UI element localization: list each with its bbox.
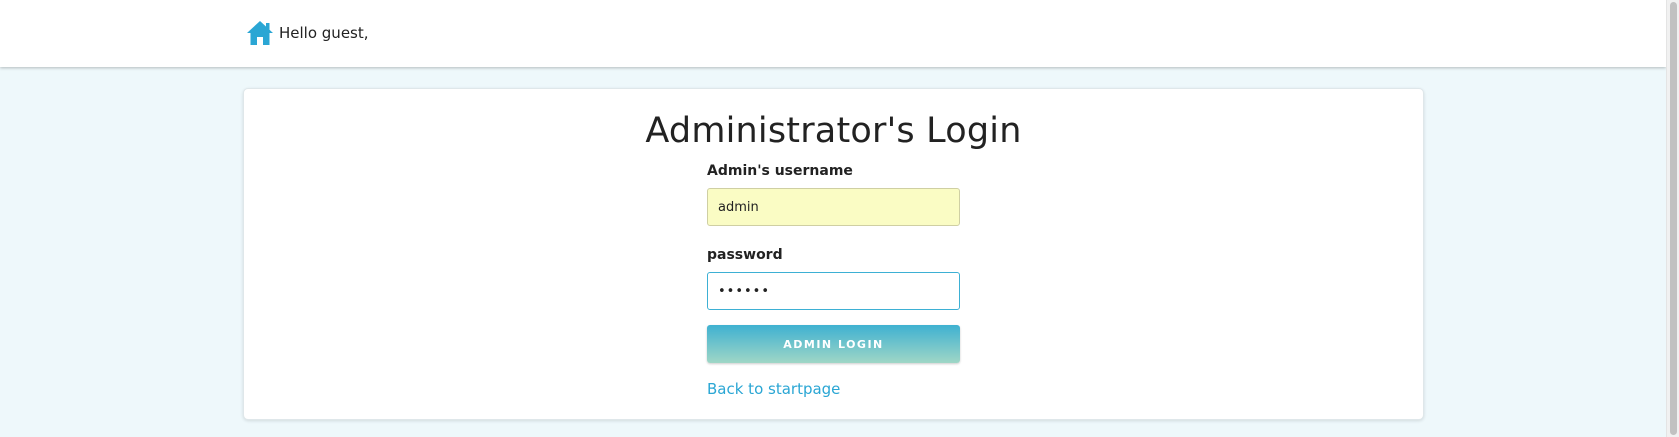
scrollbar-thumb[interactable] [1670, 2, 1677, 435]
home-icon[interactable] [246, 20, 274, 46]
home-link[interactable]: Hello guest, [246, 20, 369, 46]
greeting-text: Hello guest, [279, 24, 369, 42]
admin-login-button[interactable]: ADMIN LOGIN [707, 325, 960, 363]
admin-login-form: Admin's username password ADMIN LOGIN Ba… [707, 163, 960, 398]
vertical-scrollbar[interactable] [1666, 0, 1679, 437]
password-label: password [707, 247, 783, 263]
top-navbar: Hello guest, [0, 0, 1666, 67]
page-title: Administrator's Login [645, 111, 1022, 151]
username-input[interactable] [707, 188, 960, 226]
password-input[interactable] [707, 272, 960, 310]
login-card: Administrator's Login Admin's username p… [243, 88, 1424, 420]
back-to-startpage-link[interactable]: Back to startpage [707, 380, 840, 398]
username-label: Admin's username [707, 163, 853, 179]
